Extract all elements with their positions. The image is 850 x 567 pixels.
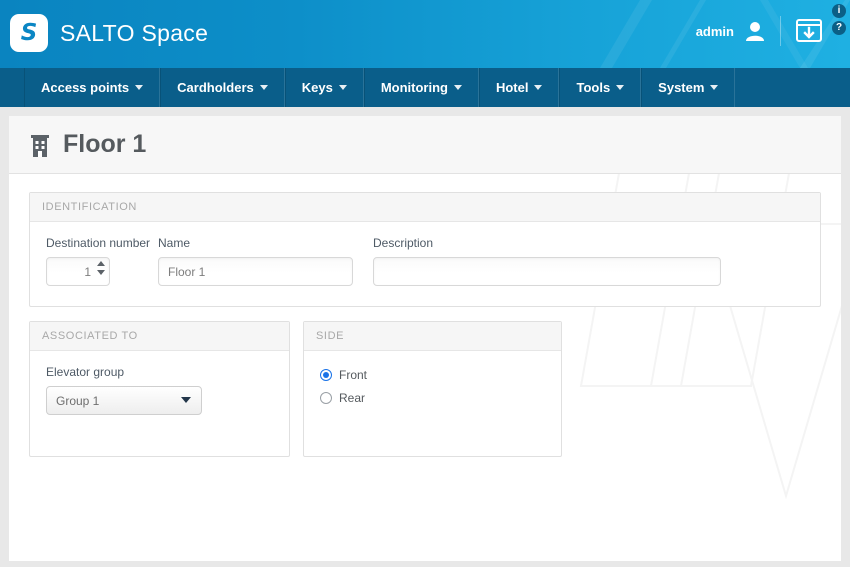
radio-front-label: Front [339, 368, 368, 382]
brand-title: SALTO Space [60, 19, 209, 46]
spinner-down-icon[interactable] [97, 270, 105, 275]
window-download-icon[interactable] [796, 19, 822, 43]
elevator-group-label: Elevator group [46, 365, 125, 379]
app-header: S SALTO Space admin i ? [0, 0, 850, 68]
nav-item-cardholders[interactable]: Cardholders [160, 68, 285, 107]
salto-logo-icon: S [10, 14, 48, 52]
identification-fields: Destination number Name [46, 236, 804, 286]
radio-rear-label: Rear [339, 391, 366, 405]
identification-panel-body: Destination number Name [30, 222, 820, 306]
nav-item-access-points[interactable]: Access points [24, 68, 161, 107]
spinner-arrows[interactable] [97, 261, 105, 275]
page-title-bar: Floor 1 [9, 116, 841, 174]
spinner-up-icon[interactable] [97, 261, 105, 266]
destination-number-stepper[interactable] [46, 257, 110, 286]
radio-rear-icon[interactable] [320, 392, 332, 404]
nav-label: Cardholders [177, 80, 254, 95]
side-panel: SIDE Front Rear [303, 321, 562, 457]
name-field: Name [158, 236, 373, 286]
associated-to-panel-body: Elevator group Group 1 [30, 351, 289, 449]
logo-letter: S [20, 19, 38, 46]
info-icon[interactable]: i [832, 4, 846, 18]
admin-label: admin [695, 23, 734, 39]
chevron-down-icon [181, 397, 191, 403]
logo-area[interactable]: S SALTO Space [10, 14, 208, 52]
elevator-group-select[interactable]: Group 1 [46, 386, 202, 415]
lower-panels: ASSOCIATED TO Elevator group Group 1 SID… [29, 321, 821, 457]
destination-number-field: Destination number [46, 236, 158, 286]
name-input[interactable] [158, 257, 353, 286]
chevron-down-icon [259, 85, 268, 90]
side-panel-title: SIDE [304, 322, 561, 351]
nav-item-system[interactable]: System [641, 68, 736, 107]
nav-item-tools[interactable]: Tools [559, 68, 642, 107]
help-icon[interactable]: ? [832, 21, 846, 35]
content-card: Floor 1 IDENTIFICATION Destination numbe… [9, 116, 841, 561]
main-navigation: Access points Cardholders Keys Monitorin… [0, 68, 850, 107]
page-wrapper: Floor 1 IDENTIFICATION Destination numbe… [0, 107, 850, 561]
associated-to-panel: ASSOCIATED TO Elevator group Group 1 [29, 321, 290, 457]
identification-panel-title: IDENTIFICATION [30, 193, 820, 222]
name-label: Name [158, 236, 191, 250]
associated-to-panel-title: ASSOCIATED TO [30, 322, 289, 351]
nav-item-monitoring[interactable]: Monitoring [363, 68, 479, 107]
header-user-area: admin [696, 16, 822, 46]
page-title: Floor 1 [63, 130, 147, 158]
form-area: IDENTIFICATION Destination number 1 Name… [9, 174, 841, 457]
chevron-down-icon [338, 85, 347, 90]
nav-label: Hotel [495, 80, 529, 95]
elevator-group-value[interactable]: Group 1 [46, 386, 202, 415]
nav-label: Keys [301, 80, 333, 95]
footer-toolbar: ❮ BACK TO LIST ❮ ❯ ✔ SAVE [0, 561, 850, 567]
identification-panel: IDENTIFICATION Destination number 1 Name… [29, 192, 821, 307]
nav-item-keys[interactable]: Keys [284, 68, 364, 107]
nav-label: Tools [576, 80, 611, 95]
side-option-rear[interactable]: Rear [320, 391, 545, 405]
corner-icons: i ? [832, 4, 846, 35]
side-panel-body: Front Rear [304, 351, 561, 456]
nav-label: Access points [41, 80, 130, 95]
description-field: Description [373, 236, 743, 286]
chevron-down-icon [710, 85, 719, 90]
nav-label: System [658, 80, 705, 95]
description-input[interactable] [373, 257, 721, 286]
radio-front-icon[interactable] [320, 369, 332, 381]
chevron-down-icon [616, 85, 625, 90]
building-icon [31, 134, 49, 157]
side-option-front[interactable]: Front [320, 368, 545, 382]
nav-item-hotel[interactable]: Hotel [478, 68, 560, 107]
description-label: Description [373, 236, 434, 250]
user-silhouette-icon[interactable] [745, 20, 765, 42]
chevron-down-icon [534, 85, 543, 90]
nav-label: Monitoring [380, 80, 448, 95]
chevron-down-icon [453, 85, 462, 90]
chevron-down-icon [135, 85, 144, 90]
destination-number-label: Destination number [46, 236, 151, 250]
header-divider [780, 16, 781, 46]
